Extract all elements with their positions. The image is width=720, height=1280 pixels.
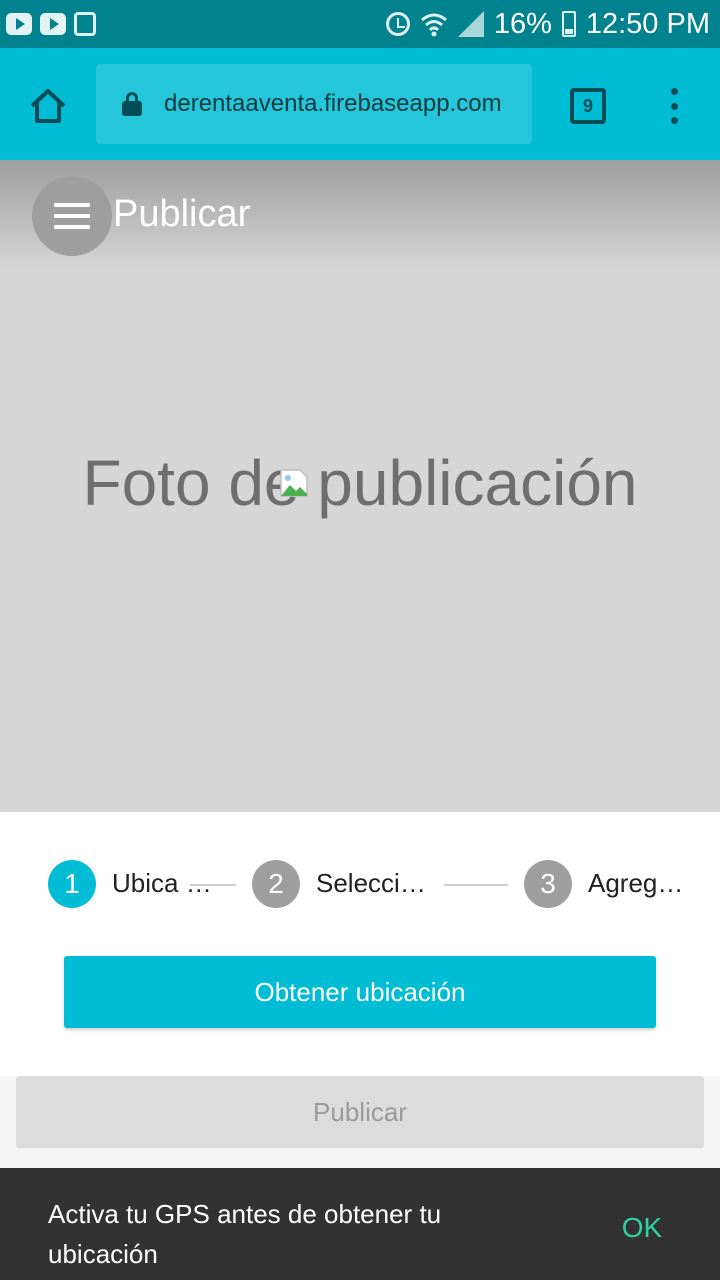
battery-percent: 16% <box>493 7 552 40</box>
youtube-notification-icon <box>6 13 32 35</box>
tab-switcher-button[interactable]: 9 <box>570 88 606 124</box>
notification-icons <box>6 12 96 36</box>
step-2-label[interactable]: Selecci… <box>316 868 426 899</box>
publication-photo-area: Publicar Foto de publicación <box>0 160 720 812</box>
stepper: 1 Ubica … 2 Selecci… 3 Agreg… <box>0 812 720 956</box>
image-notification-icon <box>74 12 96 36</box>
address-bar[interactable]: derentaaventa.firebaseapp.com <box>96 64 532 144</box>
alarm-icon <box>385 12 410 36</box>
hamburger-menu-icon[interactable] <box>32 176 112 256</box>
more-vert-icon[interactable] <box>664 86 684 126</box>
step-3-circle[interactable]: 3 <box>524 860 572 908</box>
step-connector <box>190 884 236 886</box>
snackbar-message: Activa tu GPS antes de obtener tu ubicac… <box>48 1199 442 1269</box>
tab-count: 9 <box>582 95 593 116</box>
broken-image-icon <box>280 469 308 497</box>
get-location-button[interactable]: Obtener ubicación <box>64 956 656 1028</box>
step-1-number: 1 <box>64 868 80 899</box>
system-status: 16% 12:50 PM <box>385 7 710 41</box>
step-connector <box>444 884 508 886</box>
lock-icon <box>122 92 142 116</box>
step-3-label[interactable]: Agreg… <box>588 868 683 899</box>
photo-placeholder-text: Foto de publicación <box>82 447 638 519</box>
step-1-circle[interactable]: 1 <box>48 860 96 908</box>
browser-toolbar: derentaaventa.firebaseapp.com 9 <box>0 48 720 160</box>
clock: 12:50 PM <box>585 7 710 40</box>
wifi-icon <box>420 13 447 37</box>
snackbar-ok-button[interactable]: OK <box>600 1212 684 1244</box>
step-2-circle[interactable]: 2 <box>252 860 300 908</box>
snackbar: Activa tu GPS antes de obtener tu ubicac… <box>0 1168 720 1280</box>
publish-button[interactable]: Publicar <box>16 1076 704 1148</box>
status-bar: 16% 12:50 PM <box>0 0 720 48</box>
step-2-number: 2 <box>268 868 284 899</box>
home-icon[interactable] <box>28 86 68 126</box>
cell-signal-icon <box>457 11 484 37</box>
youtube-notification-icon <box>40 13 66 35</box>
url-text: derentaaventa.firebaseapp.com <box>164 90 502 117</box>
battery-icon <box>561 11 576 37</box>
page-title: Publicar <box>113 193 251 235</box>
step-3-number: 3 <box>540 868 556 899</box>
